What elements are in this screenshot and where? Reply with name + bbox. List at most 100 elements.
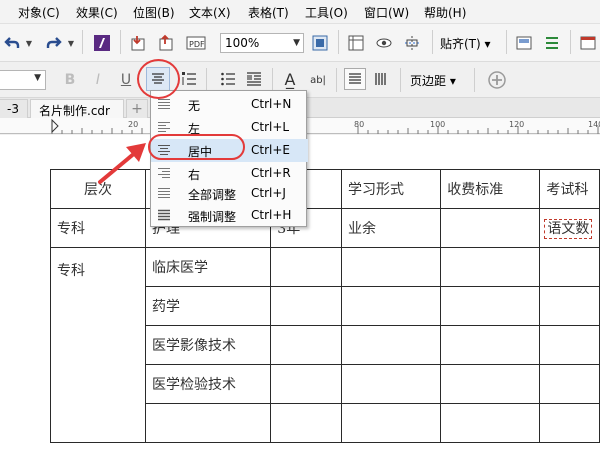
drop-cap-icon[interactable] (244, 69, 264, 89)
table-cell[interactable]: 临床医学 (144, 247, 272, 287)
table-cell[interactable] (270, 403, 343, 443)
menu-item-label: 右 (188, 168, 201, 182)
table-cell[interactable] (440, 325, 541, 365)
document-table[interactable]: 层次 制 学习形式 收费标准 考试科 专科 护理 3年 业余 语文数 专科 临床… (50, 169, 600, 443)
italic-icon[interactable]: I (90, 70, 106, 90)
menu-tools[interactable]: 工具(O) (305, 4, 348, 21)
menu-object[interactable]: 对象(C) (18, 4, 60, 21)
page-margin-dropdown[interactable]: 页边距 ▾ (410, 72, 456, 89)
snap-to-dropdown[interactable]: 贴齐(T) ▾ (440, 35, 491, 52)
tab-previous-document[interactable]: -3 (0, 99, 28, 118)
menu-help[interactable]: 帮助(H) (424, 4, 466, 21)
table-cell[interactable] (341, 247, 442, 287)
menu-window[interactable]: 窗口(W) (364, 4, 409, 21)
corel-launcher-icon[interactable] (92, 33, 112, 53)
tab-active-document[interactable]: 名片制作.cdr (30, 99, 124, 118)
full-screen-preview-icon[interactable] (310, 33, 330, 53)
show-rulers-icon[interactable] (346, 33, 366, 53)
text-edit-icon[interactable]: ab| (306, 71, 330, 89)
table-cell[interactable] (539, 364, 600, 404)
chevron-down-icon: ▼ (34, 73, 41, 83)
redo-dropdown-icon[interactable]: ▼ (66, 35, 76, 51)
table-cell[interactable] (440, 364, 541, 404)
table-cell[interactable] (270, 286, 343, 326)
application-launcher-icon[interactable] (542, 33, 562, 53)
table-cell[interactable] (341, 364, 442, 404)
table-cell[interactable]: 学习形式 (341, 169, 442, 209)
menu-item-justify-all[interactable]: 全部调整 Ctrl+J (151, 182, 308, 205)
table-cell[interactable]: 业余 (341, 208, 442, 248)
menu-item-shortcut: Ctrl+L (251, 120, 290, 134)
menu-item-label: 无 (188, 99, 201, 113)
menu-text[interactable]: 文本(X) (189, 4, 231, 21)
table-cell[interactable] (440, 403, 541, 443)
table-row: 专科 临床医学 (50, 247, 600, 443)
redo-icon[interactable] (44, 33, 64, 53)
table-cell[interactable] (270, 325, 343, 365)
menu-table[interactable]: 表格(T) (248, 4, 289, 21)
menu-item-label: 全部调整 (188, 188, 237, 202)
list-icon[interactable] (218, 69, 238, 89)
menu-bitmap[interactable]: 位图(B) (133, 4, 175, 21)
table-cell[interactable]: 医学影像技术 (144, 325, 272, 365)
table-cell[interactable] (539, 403, 600, 443)
selected-text-frame[interactable]: 语文数 (544, 219, 593, 239)
table-cell[interactable] (341, 325, 442, 365)
table-cell[interactable] (440, 286, 541, 326)
add-icon[interactable] (486, 69, 508, 91)
options-icon[interactable] (514, 33, 534, 53)
table-cell[interactable]: 专科 (50, 208, 146, 248)
menu-item-label: 左 (188, 122, 201, 136)
show-guidelines-icon[interactable] (400, 33, 424, 53)
vertical-text-icon[interactable] (370, 68, 392, 90)
svg-text:PDF: PDF (189, 40, 205, 49)
justify-all-icon (158, 187, 170, 199)
table-cell[interactable] (270, 247, 343, 287)
table-cell[interactable] (539, 247, 600, 287)
zoom-value: 100% (225, 36, 260, 50)
menu-item-shortcut: Ctrl+E (251, 143, 290, 157)
alignment-center-button[interactable] (146, 67, 170, 91)
menu-item-force-justify[interactable]: 强制调整 Ctrl+H (151, 204, 308, 227)
align-right-icon (158, 167, 170, 179)
table-cell[interactable] (341, 286, 442, 326)
menu-effects[interactable]: 效果(C) (76, 4, 118, 21)
table-cell[interactable]: 药学 (144, 286, 272, 326)
underline-icon[interactable]: U (118, 70, 134, 90)
table-cell[interactable]: 考试科 (539, 169, 600, 209)
bullet-list-icon[interactable] (179, 69, 199, 89)
export-icon[interactable] (156, 33, 176, 53)
menu-item-align-none[interactable]: 无 Ctrl+N (151, 93, 308, 116)
table-row: 专科 护理 3年 业余 语文数 (50, 208, 600, 248)
menu-item-shortcut: Ctrl+R (251, 166, 291, 180)
menu-item-align-center[interactable]: 居中 Ctrl+E (151, 139, 308, 162)
table-cell[interactable] (270, 364, 343, 404)
table-cell[interactable]: 专科 (50, 247, 146, 443)
annotation-arrow-icon (98, 143, 146, 184)
font-size-select[interactable]: ▼ (0, 70, 46, 90)
bold-icon[interactable]: B (62, 70, 78, 90)
text-properties-icon[interactable]: A̲ (280, 68, 300, 90)
table-cell[interactable]: 收费标准 (440, 169, 541, 209)
undo-icon[interactable] (2, 33, 22, 53)
table-cell[interactable] (440, 208, 541, 248)
publish-pdf-icon[interactable]: PDF (184, 33, 208, 53)
table-cell[interactable] (144, 403, 272, 443)
table-cell[interactable] (440, 247, 541, 287)
table-cell[interactable] (539, 286, 600, 326)
table-cell[interactable] (539, 325, 600, 365)
ruler-label: 20 (128, 120, 139, 129)
import-icon[interactable] (128, 33, 148, 53)
view-eye-icon[interactable] (374, 33, 394, 53)
zoom-level-select[interactable]: 100% ▼ (220, 33, 304, 53)
welcome-screen-icon[interactable] (578, 33, 598, 53)
force-justify-icon (158, 209, 170, 221)
table-cell[interactable] (341, 403, 442, 443)
menu-item-align-left[interactable]: 左 Ctrl+L (151, 116, 308, 139)
table-cell[interactable]: 语文数 (539, 208, 600, 248)
align-center-icon (158, 144, 170, 156)
horizontal-text-icon[interactable] (344, 68, 366, 90)
undo-dropdown-icon[interactable]: ▼ (24, 35, 34, 51)
add-tab-button[interactable]: + (126, 99, 148, 118)
table-cell[interactable]: 医学检验技术 (144, 364, 272, 404)
